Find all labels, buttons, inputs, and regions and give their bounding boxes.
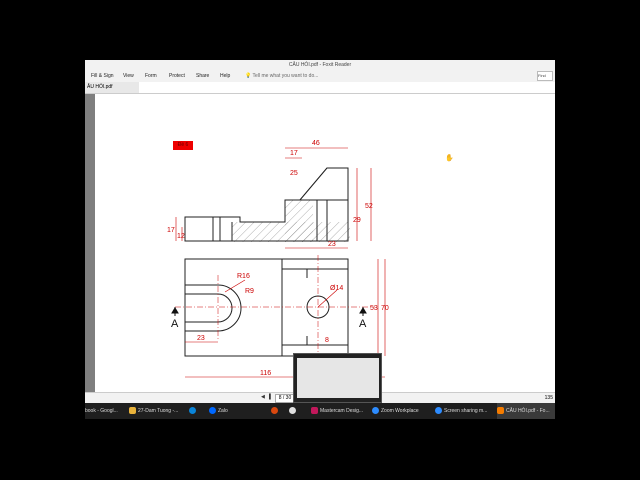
chatgpt-icon <box>289 407 296 415</box>
title-bar: CÂU HỎI.pdf - Foxit Reader <box>85 60 555 70</box>
folder-icon <box>129 407 136 415</box>
lightbulb-icon: 💡 <box>245 73 252 79</box>
screen-share-preview[interactable] <box>293 353 382 403</box>
zalo-icon <box>209 407 216 415</box>
taskbar-item-app[interactable] <box>271 403 280 419</box>
menu-protect[interactable]: Protect <box>169 73 185 79</box>
taskbar-item-folder-label: 27-Dam Tuong -... <box>138 408 179 414</box>
document-tab-bar: ÂU HỎI.pdf <box>85 82 555 94</box>
screen-share-icon <box>435 407 442 415</box>
taskbar-item-browser[interactable]: book - Googl... <box>85 403 118 419</box>
taskbar-item-browser-label: book - Googl... <box>85 408 118 414</box>
tell-me-input[interactable]: 💡 Tell me what you want to do... <box>245 73 318 79</box>
taskbar-item-screen-share-label: Screen sharing m... <box>444 408 488 414</box>
menu-fill-sign[interactable]: Fill & Sign <box>91 73 114 79</box>
taskbar-item-foxit-label: CÂU HỎI.pdf - Fo... <box>506 408 550 414</box>
document-tab[interactable]: ÂU HỎI.pdf <box>85 82 139 93</box>
taskbar-item-mastercam-label: Mastercam Desig... <box>320 408 364 414</box>
zoom-level[interactable]: 135 <box>545 395 553 401</box>
taskbar-item-screen-share[interactable]: Screen sharing m... <box>435 403 487 419</box>
menu-help[interactable]: Help <box>220 73 230 79</box>
taskbar-item-edge[interactable] <box>189 403 198 419</box>
taskbar-item-mastercam[interactable]: Mastercam Desig... <box>311 403 363 419</box>
menu-form[interactable]: Form <box>145 73 157 79</box>
page-number-field[interactable]: 8 / 30 <box>275 394 295 403</box>
taskbar: book - Googl... 27-Dam Tuong -... Zalo M… <box>85 403 555 419</box>
taskbar-item-chatgpt[interactable] <box>289 403 298 419</box>
first-page-icon[interactable]: ▌ <box>269 394 273 400</box>
document-tab-label: ÂU HỎI.pdf <box>87 84 113 90</box>
foxit-icon <box>497 407 504 415</box>
window-title: CÂU HỎI.pdf - Foxit Reader <box>288 62 352 68</box>
taskbar-item-zalo[interactable]: Zalo <box>209 403 228 419</box>
left-panel <box>85 94 95 392</box>
prev-page-icon[interactable]: ◀ <box>261 394 265 400</box>
taskbar-item-zoom[interactable]: Zoom Workplace <box>372 403 419 419</box>
app-icon <box>271 407 278 415</box>
zoom-icon <box>372 407 379 415</box>
mastercam-icon <box>311 407 318 415</box>
foxit-reader-window: CÂU HỎI.pdf - Foxit Reader Fill & Sign V… <box>85 60 555 403</box>
taskbar-item-zoom-label: Zoom Workplace <box>381 408 419 414</box>
taskbar-item-folder[interactable]: 27-Dam Tuong -... <box>129 403 178 419</box>
tell-me-text: Tell me what you want to do... <box>252 73 319 79</box>
preview-thumbnail <box>297 358 379 398</box>
taskbar-item-zalo-label: Zalo <box>218 408 228 414</box>
taskbar-item-foxit[interactable]: CÂU HỎI.pdf - Fo... <box>497 403 555 419</box>
menu-view[interactable]: View <box>123 73 134 79</box>
page-tag: Đề 6 <box>173 141 193 150</box>
find-label: Find <box>538 73 546 78</box>
find-box[interactable]: Find <box>537 71 553 81</box>
pdf-page: Đề 6 <box>95 94 555 392</box>
edge-icon <box>189 407 196 415</box>
menu-share[interactable]: Share <box>196 73 209 79</box>
